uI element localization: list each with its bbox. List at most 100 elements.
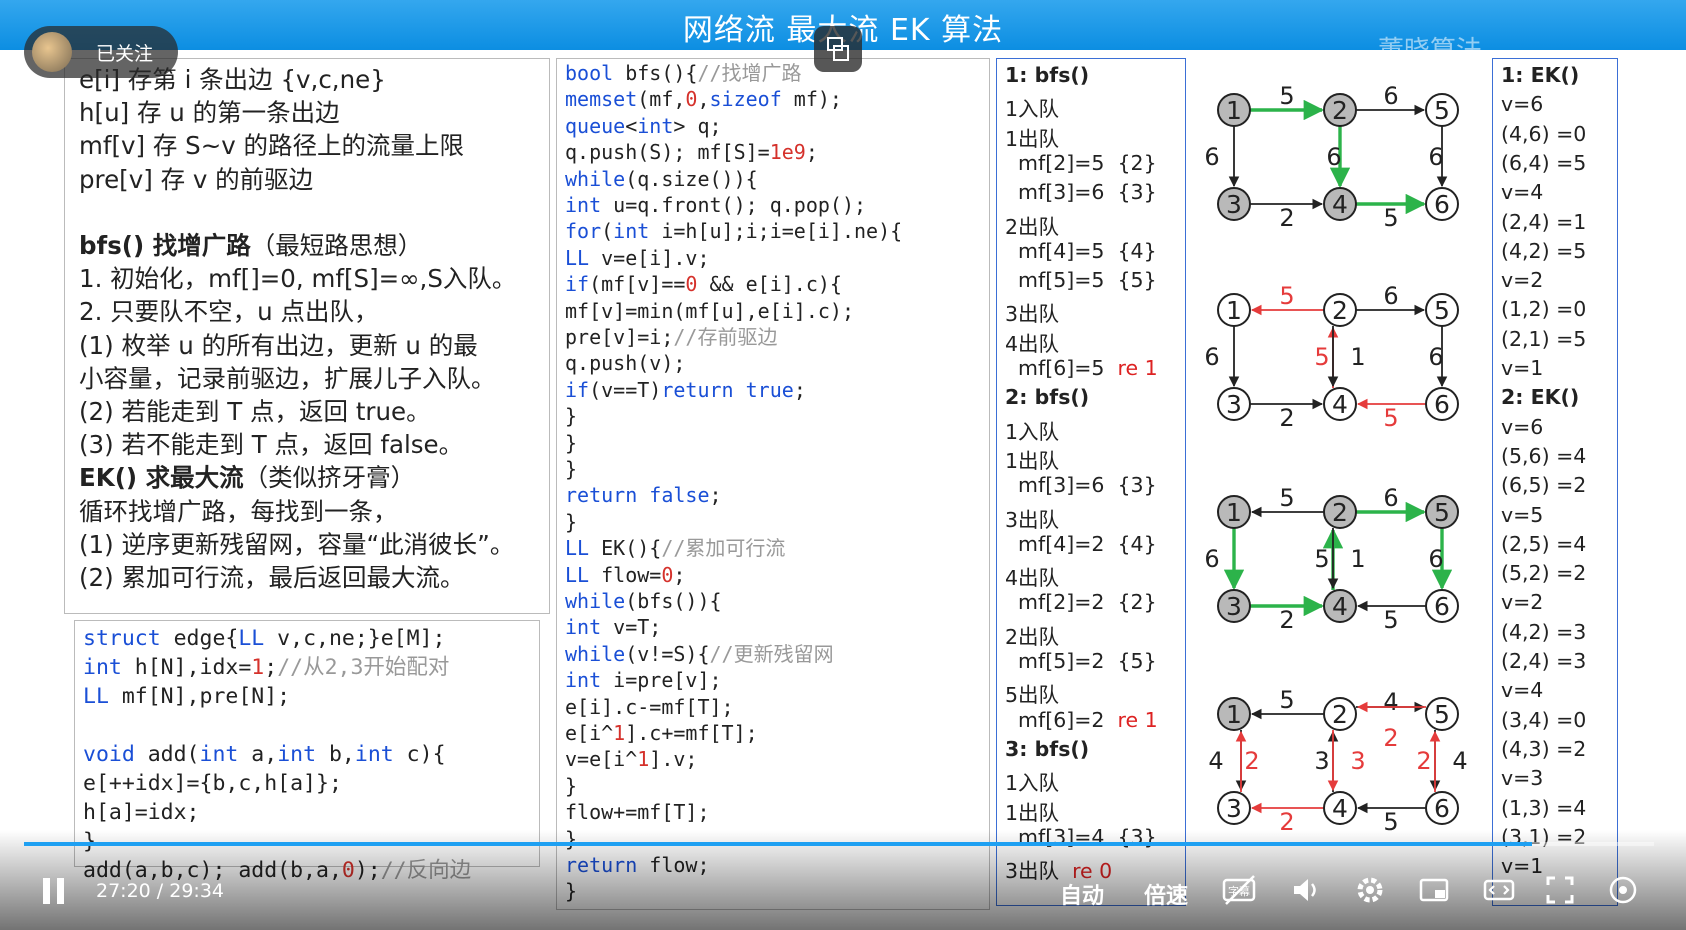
code-line: while(bfs()){ [565, 589, 722, 613]
node-label: 2 [1332, 700, 1348, 729]
pause-icon[interactable] [40, 874, 68, 908]
quality-button[interactable]: 自动 [1060, 878, 1104, 910]
trace-line: 2出队 [1005, 624, 1060, 649]
note-aside: （最短路思想） [250, 231, 423, 260]
edge-capacity: 5 [1279, 282, 1294, 310]
note-line: (3) 若不能走到 T 点，返回 false。 [79, 430, 464, 460]
speed-button[interactable]: 倍速 [1144, 878, 1188, 910]
trace-line: (2,4) =1 [1501, 209, 1587, 234]
widescreen-button[interactable] [1482, 874, 1515, 906]
trace-line: mf[6]=5 re 1 [1005, 356, 1158, 380]
trace-heading: 3: bfs() [1005, 736, 1090, 761]
note-line: pre[v] 存 v 的前驱边 [79, 164, 314, 194]
volume-button[interactable] [1290, 874, 1322, 906]
node-label: 1 [1226, 700, 1242, 729]
trace-line: mf[3]=6 {3} [1005, 473, 1157, 498]
code-line: if(mf[v]==0 && e[i].c){ [565, 272, 842, 297]
node-label: 3 [1226, 592, 1242, 621]
trace-line: 4出队 [1005, 566, 1060, 591]
node-label: 4 [1332, 190, 1348, 219]
trace-line: 4出队 [1005, 331, 1060, 356]
note-line: 小容量，记录前驱边，扩展儿子入队。 [79, 363, 496, 393]
node-label: 5 [1434, 700, 1450, 729]
code-line: LL v=e[i].v; [565, 245, 710, 270]
edge-capacity: 6 [1428, 343, 1443, 371]
pip-button[interactable] [1418, 874, 1450, 906]
node-label: 6 [1434, 390, 1450, 419]
node-label: 3 [1226, 190, 1242, 219]
graph-illustrations: 5666625123456566516251234565665162512345… [1190, 58, 1490, 908]
settings-button[interactable] [1354, 874, 1386, 906]
ek-trace-panel: 1: EK() v=6 (4,6) =0 (6,4) =5 v=4 (2,4) =1 (4,… [1492, 58, 1618, 906]
node-label: 2 [1332, 498, 1348, 527]
video-frame[interactable]: 网络流 最大流 EK 算法 董晓算法 e[i] 存第 i 条出边 {v,c,ne… [0, 0, 1686, 930]
node-label: 5 [1434, 498, 1450, 527]
node-label: 6 [1434, 190, 1450, 219]
code-line: bool bfs(){//找增广路 [565, 61, 802, 85]
trace-line: (4,2) =3 [1501, 619, 1587, 644]
edge-capacity: 6 [1383, 484, 1398, 512]
return-value: re 1 [1104, 707, 1158, 732]
trace-line: 1入队 [1005, 97, 1060, 122]
trace-line: mf[4]=5 {4} [1005, 238, 1157, 263]
edge-capacity: 2 [1383, 724, 1398, 752]
code-line: v=e[i^1].v; [565, 747, 698, 772]
code-line: while(v!=S){//更新残留网 [565, 641, 834, 666]
note-line: 1. 初始化，mf[]=0, mf[S]=∞,S入队。 [79, 264, 517, 294]
subtitle-button[interactable]: 字幕 [1222, 874, 1256, 906]
avatar[interactable] [32, 32, 72, 72]
note-line: (1) 逆序更新残留网，容量“此消彼长”。 [79, 529, 515, 559]
edge-capacity: 5 [1279, 484, 1294, 512]
trace-line: 5出队 [1005, 683, 1060, 708]
fullscreen-button[interactable] [1544, 874, 1576, 906]
code-line: q.push(v); [565, 351, 686, 376]
trace-line: mf[6]=2 re 1 [1005, 707, 1158, 732]
code-line: return false; [565, 483, 722, 508]
edge-capacity: 6 [1204, 343, 1219, 371]
trace-line: mf[5]=2 {5} [1005, 649, 1157, 673]
edge-capacity: 6 [1383, 282, 1398, 310]
trace-line: mf[2]=5 {2} [1005, 150, 1157, 175]
fullscreen-icon [1546, 876, 1574, 904]
note-line: 2. 只要队不空，u 点出队， [79, 297, 379, 327]
edge-capacity: 6 [1383, 82, 1398, 110]
code-line: mf[v]=min(mf[u],e[i].c); [565, 298, 854, 323]
trace-line: mf[2]=2 {2} [1005, 590, 1157, 615]
code-line: if(v==T)return true; [565, 377, 806, 402]
code-line: int h[N],idx=1;//从2,3开始配对 [83, 655, 450, 680]
edge-capacity: 5 [1279, 82, 1294, 110]
trace-line: (5,2) =2 [1501, 561, 1587, 586]
trace-line: 3出队 [1005, 302, 1060, 327]
trace-line: (5,6) =4 [1501, 443, 1587, 468]
edge-capacity: 5 [1383, 204, 1398, 232]
edge-capacity: 6 [1428, 143, 1443, 171]
code-line: int v=T; [565, 615, 662, 640]
widescreen-icon [1483, 879, 1515, 901]
danmaku-button[interactable] [1606, 874, 1638, 906]
trace-line: (4,3) =2 [1501, 736, 1587, 761]
edge-capacity: 5 [1383, 606, 1398, 634]
progress-bar[interactable] [24, 842, 1654, 846]
node-label: 5 [1434, 296, 1450, 325]
trace-line: 1出队 [1005, 448, 1060, 473]
code-line: h[a]=idx; [83, 800, 200, 825]
trace-line: (2,1) =5 [1501, 326, 1587, 351]
follow-badge[interactable]: 已关注 [24, 26, 178, 78]
trace-line: v=3 [1501, 766, 1544, 791]
trace-line: (2,4) =3 [1501, 649, 1587, 673]
bfs-trace-panel: 1: bfs() 1入队 1出队 mf[2]=5 {2} mf[3]=6 {3} 2出… [996, 58, 1186, 906]
trace-line: mf[3]=6 {3} [1005, 180, 1157, 205]
edge-capacity: 6 [1428, 545, 1443, 573]
trace-line: mf[5]=5 {5} [1005, 268, 1157, 293]
trace-heading: 1: EK() [1501, 63, 1580, 87]
note-line: bfs() 找增广路（最短路思想） [79, 231, 423, 260]
node-label: 1 [1226, 296, 1242, 325]
return-value: re 1 [1104, 356, 1158, 380]
code-line: q.push(S); mf[S]=1e9; [565, 140, 818, 165]
node-label: 3 [1226, 794, 1242, 823]
code-line: pre[v]=i;//存前驱边 [565, 325, 778, 349]
trace-line: 1出队 [1005, 800, 1060, 825]
code-line: queue<int> q; [565, 113, 722, 138]
edge-capacity: 5 [1314, 545, 1329, 573]
collapse-button[interactable] [814, 26, 862, 72]
